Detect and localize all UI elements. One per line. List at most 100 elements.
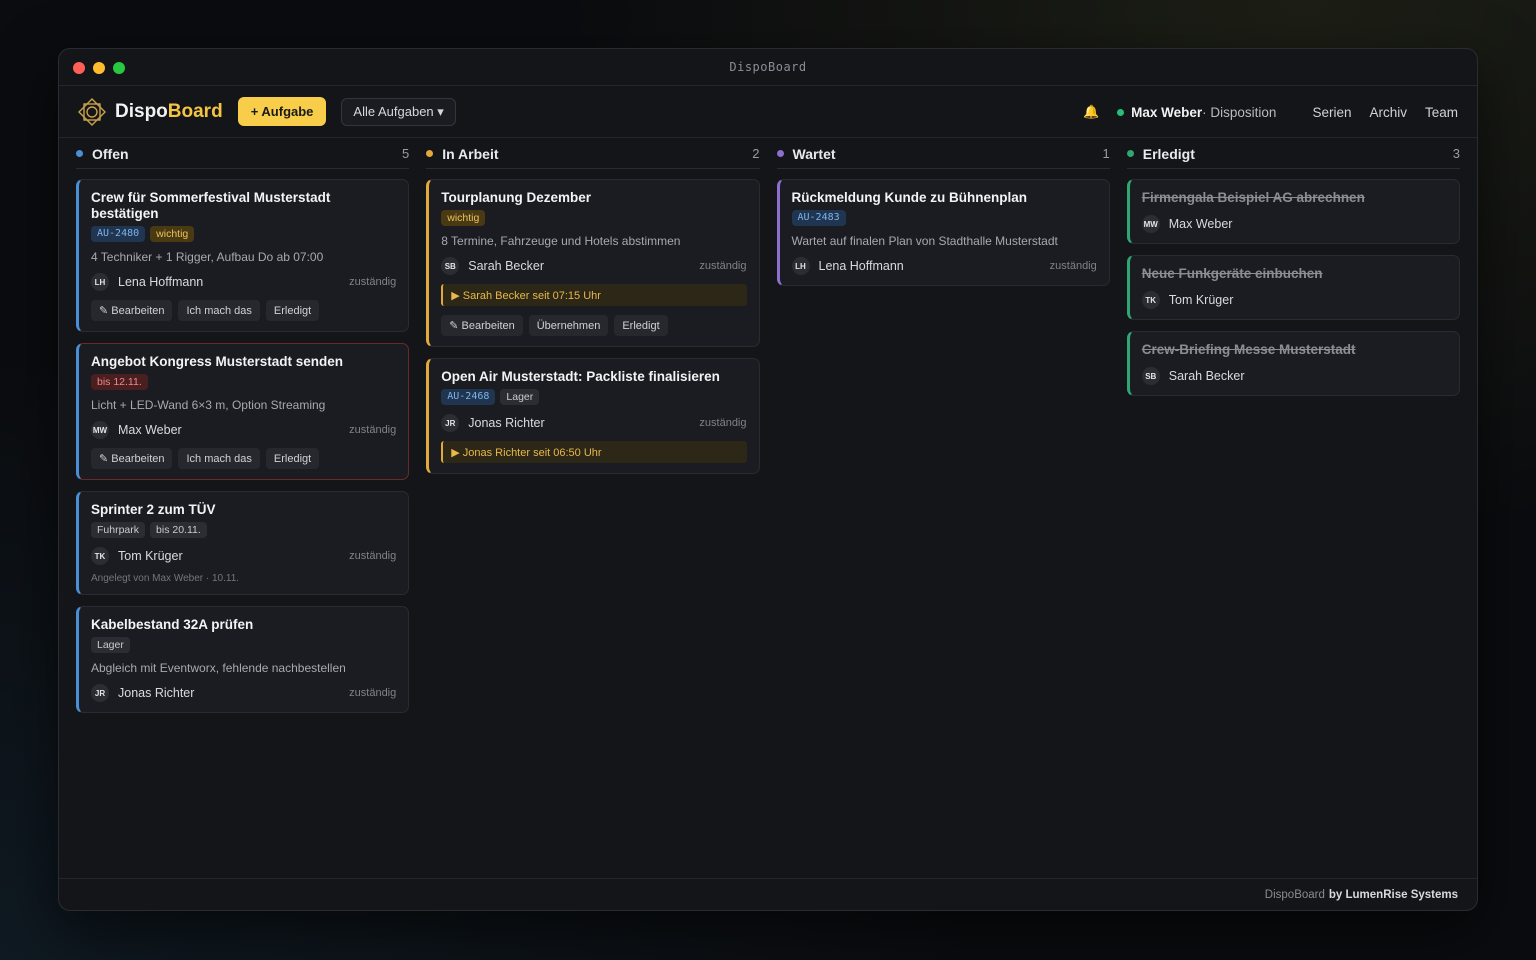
column-status-dot [1126, 150, 1134, 157]
assignee-role: zuständig [699, 417, 747, 429]
claim-button[interactable]: Ich mach das [178, 300, 260, 321]
column-status-dot [426, 150, 434, 157]
avatar: MW [91, 421, 109, 439]
assignee-role: zuständig [1049, 260, 1097, 272]
task-filter-select[interactable]: Alle Aufgaben ▾ [341, 97, 456, 126]
task-card[interactable]: Kabelbestand 32A prüfen Lager Abgleich mit… [76, 606, 410, 713]
claim-button[interactable]: Ich mach das [178, 448, 260, 469]
done-button[interactable]: Erledigt [614, 315, 668, 336]
assignee-name: Tom Krüger [118, 549, 183, 563]
task-description: 8 Termine, Fahrzeuge und Hotels abstimme… [441, 234, 681, 248]
task-title: Tourplanung Dezember [441, 190, 592, 205]
tag-badge: Lager [500, 389, 540, 405]
assignee-name: Tom Krüger [1168, 293, 1234, 307]
task-card[interactable]: Crew für Sommerfestival Musterstadt best… [76, 179, 410, 332]
user-name[interactable]: Max Weber [1131, 105, 1202, 120]
assignee-role: zuständig [349, 550, 397, 562]
column-erledigt: Erledigt 3 Firmengala Beispiel AG abrechne… [1126, 139, 1460, 724]
card-actions: ✎ Bearbeiten Ich mach das Erledigt [91, 300, 396, 321]
avatar: TK [1141, 291, 1160, 309]
kanban-board: Offen 5 Crew für Sommerfestival Musterstad… [76, 139, 1460, 724]
task-card[interactable]: Neue Funkgeräte einbuchen TK Tom Krüger [1126, 255, 1460, 320]
avatar: SB [441, 257, 460, 275]
app-window: DispoBoard DispoBoard + Aufgabe Alle Auf… [58, 48, 1478, 911]
top-right-nav: 🔔 Max Weber · Disposition Serien Archiv … [1083, 86, 1458, 138]
bell-icon[interactable]: 🔔 [1083, 104, 1099, 120]
task-card[interactable]: Crew-Briefing Messe Musterstadt SB Sarah B… [1126, 331, 1460, 396]
user-role: · Disposition [1202, 104, 1277, 120]
work-in-progress-indicator: ▶ Sarah Becker seit 07:15 Uhr [441, 284, 747, 306]
edit-button[interactable]: ✎ Bearbeiten [91, 448, 173, 469]
avatar: MW [1141, 215, 1160, 233]
nav-team[interactable]: Team [1425, 105, 1458, 120]
close-window-button[interactable] [73, 62, 85, 74]
column-count: 2 [752, 146, 760, 161]
task-card[interactable]: Sprinter 2 zum TÜV Fuhrpark bis 20.11. TK To… [76, 491, 410, 595]
maximize-window-button[interactable] [113, 62, 125, 74]
priority-badge: wichtig [150, 226, 195, 242]
nav-archiv[interactable]: Archiv [1369, 105, 1407, 120]
task-card[interactable]: Angebot Kongress Musterstadt senden bis 1… [76, 343, 410, 480]
tag-badge: bis 20.11. [150, 522, 207, 538]
brand-name[interactable]: DispoBoard [115, 101, 223, 123]
online-status-dot [1117, 108, 1125, 116]
tag-list: Lager [91, 637, 396, 653]
tag-badge: Lager [91, 637, 130, 653]
avatar: TK [91, 547, 109, 565]
task-card[interactable]: Firmengala Beispiel AG abrechnen MW Max We… [1126, 179, 1460, 244]
column-wartet: Wartet 1 Rückmeldung Kunde zu Bühnenplan AU… [776, 139, 1110, 724]
add-task-button[interactable]: + Aufgabe [237, 97, 327, 126]
assignee-name: Lena Hoffmann [818, 259, 904, 273]
task-title: Kabelbestand 32A prüfen [91, 617, 254, 632]
assignee-name: Sarah Becker [468, 259, 544, 273]
task-description: 4 Techniker + 1 Rigger, Aufbau Do ab 07:… [91, 250, 324, 264]
assignee-role: zuständig [699, 260, 747, 272]
task-id-badge: AU-2480 [91, 226, 146, 242]
assignee-row: TK Tom Krüger [1141, 291, 1447, 309]
brand-prefix: Dispo [115, 100, 168, 122]
tag-list: AU-2483 [791, 210, 1097, 226]
assignee-row: LH Lena Hoffmann zuständig [791, 257, 1097, 275]
column-title: In Arbeit [442, 145, 499, 162]
column-status-dot [776, 150, 784, 157]
task-card[interactable]: Open Air Musterstadt: Packliste finalisi… [426, 358, 760, 474]
task-description: Abgleich mit Eventworx, fehlende nachbes… [91, 661, 346, 675]
column-count: 1 [1102, 146, 1110, 161]
task-title: Sprinter 2 zum TÜV [91, 502, 216, 517]
task-card[interactable]: Tourplanung Dezember wichtig 8 Termine, Fa… [426, 179, 760, 347]
task-title: Firmengala Beispiel AG abrechnen [1141, 190, 1365, 205]
tag-list: AU-2480 wichtig [91, 226, 396, 242]
created-by-meta: Angelegt von Max Weber · 10.11. [91, 573, 240, 584]
column-count: 5 [402, 146, 410, 161]
tag-list: Fuhrpark bis 20.11. [91, 522, 396, 538]
task-card[interactable]: Rückmeldung Kunde zu Bühnenplan AU-2483 Wa… [776, 179, 1110, 286]
priority-badge: wichtig [441, 210, 486, 226]
avatar: JR [91, 684, 109, 702]
edit-button[interactable]: ✎ Bearbeiten [441, 315, 523, 336]
task-description: Licht + LED-Wand 6×3 m, Option Streaming [91, 398, 326, 412]
minimize-window-button[interactable] [93, 62, 105, 74]
task-title: Crew-Briefing Messe Musterstadt [1141, 342, 1356, 357]
assignee-name: Max Weber [1168, 217, 1233, 231]
avatar: SB [1141, 367, 1160, 385]
done-button[interactable]: Erledigt [265, 300, 320, 321]
done-button[interactable]: Erledigt [265, 448, 320, 469]
assignee-row: SB Sarah Becker zuständig [441, 257, 747, 275]
column-status-dot [76, 150, 83, 157]
claim-button[interactable]: Übernehmen [528, 315, 609, 336]
task-id-badge: AU-2483 [791, 210, 846, 226]
nav-serien[interactable]: Serien [1312, 105, 1351, 120]
window-controls [73, 62, 125, 74]
assignee-role: zuständig [349, 687, 397, 699]
column-header: Wartet 1 [776, 139, 1110, 169]
tag-list: bis 12.11. [91, 374, 396, 390]
column-header: In Arbeit 2 [426, 139, 760, 169]
edit-button[interactable]: ✎ Bearbeiten [91, 300, 173, 321]
assignee-row: JR Jonas Richter zuständig [91, 684, 396, 702]
footer: DispoBoard by LumenRise Systems [59, 878, 1477, 910]
assignee-name: Sarah Becker [1168, 369, 1245, 383]
assignee-role: zuständig [349, 424, 397, 436]
avatar: LH [791, 257, 810, 275]
column-title: Offen [92, 145, 129, 162]
column-in-arbeit: In Arbeit 2 Tourplanung Dezember wichtig 8 T… [426, 139, 760, 724]
